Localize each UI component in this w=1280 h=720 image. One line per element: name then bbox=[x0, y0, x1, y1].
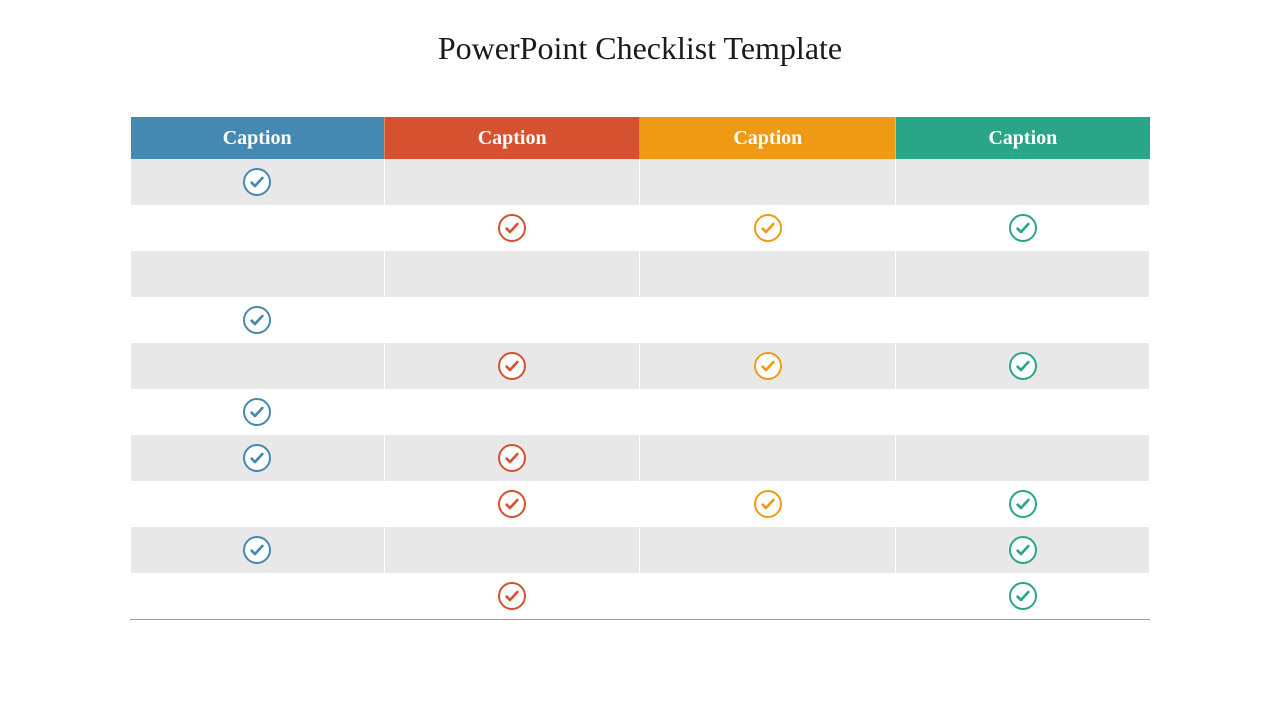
table-row bbox=[131, 481, 1150, 527]
check-icon bbox=[498, 352, 526, 380]
table-cell bbox=[384, 297, 640, 343]
table-row bbox=[131, 251, 1150, 297]
header-col-1: Caption bbox=[384, 117, 640, 159]
header-col-2: Caption bbox=[640, 117, 896, 159]
table-cell bbox=[640, 389, 896, 435]
table-cell bbox=[896, 435, 1150, 481]
page-title: PowerPoint Checklist Template bbox=[0, 30, 1280, 67]
table-cell bbox=[384, 389, 640, 435]
table-cell bbox=[896, 297, 1150, 343]
check-icon bbox=[754, 214, 782, 242]
table-cell bbox=[896, 481, 1150, 527]
check-icon bbox=[243, 536, 271, 564]
check-icon bbox=[754, 352, 782, 380]
header-col-3: Caption bbox=[896, 117, 1150, 159]
check-icon bbox=[243, 398, 271, 426]
table-row bbox=[131, 389, 1150, 435]
check-icon bbox=[1009, 214, 1037, 242]
table-cell bbox=[640, 343, 896, 389]
table-cell bbox=[131, 205, 385, 251]
check-icon bbox=[498, 490, 526, 518]
header-row: Caption Caption Caption Caption bbox=[131, 117, 1150, 159]
table-cell bbox=[131, 251, 385, 297]
table-cell bbox=[131, 435, 385, 481]
slide: PowerPoint Checklist Template Caption Ca… bbox=[0, 0, 1280, 720]
table-cell bbox=[384, 251, 640, 297]
table-cell bbox=[640, 481, 896, 527]
table-row bbox=[131, 159, 1150, 205]
table-cell bbox=[384, 159, 640, 205]
check-icon bbox=[498, 582, 526, 610]
check-icon bbox=[498, 214, 526, 242]
checklist-table-wrap: Caption Caption Caption Caption bbox=[130, 117, 1150, 620]
table-cell bbox=[131, 297, 385, 343]
check-icon bbox=[1009, 582, 1037, 610]
table-cell bbox=[384, 343, 640, 389]
table-row bbox=[131, 343, 1150, 389]
table-cell bbox=[640, 251, 896, 297]
table-row bbox=[131, 205, 1150, 251]
check-icon bbox=[754, 490, 782, 518]
checklist-table: Caption Caption Caption Caption bbox=[130, 117, 1150, 620]
table-cell bbox=[131, 481, 385, 527]
table-cell bbox=[384, 527, 640, 573]
check-icon bbox=[1009, 536, 1037, 564]
table-row bbox=[131, 527, 1150, 573]
check-icon bbox=[243, 444, 271, 472]
table-cell bbox=[640, 297, 896, 343]
table-cell bbox=[896, 251, 1150, 297]
table-cell bbox=[640, 159, 896, 205]
table-cell bbox=[384, 435, 640, 481]
table-cell bbox=[384, 573, 640, 619]
check-icon bbox=[498, 444, 526, 472]
table-cell bbox=[640, 573, 896, 619]
check-icon bbox=[1009, 490, 1037, 518]
table-row bbox=[131, 573, 1150, 619]
check-icon bbox=[243, 306, 271, 334]
table-cell bbox=[384, 481, 640, 527]
table-cell bbox=[640, 205, 896, 251]
table-cell bbox=[896, 205, 1150, 251]
table-cell bbox=[896, 573, 1150, 619]
table-cell bbox=[131, 159, 385, 205]
table-cell bbox=[131, 389, 385, 435]
table-cell bbox=[384, 205, 640, 251]
header-col-0: Caption bbox=[131, 117, 385, 159]
table-cell bbox=[131, 573, 385, 619]
table-cell bbox=[896, 159, 1150, 205]
check-icon bbox=[243, 168, 271, 196]
table-row bbox=[131, 435, 1150, 481]
table-cell bbox=[131, 527, 385, 573]
table-cell bbox=[640, 435, 896, 481]
table-cell bbox=[896, 343, 1150, 389]
table-cell bbox=[640, 527, 896, 573]
table-row bbox=[131, 297, 1150, 343]
table-cell bbox=[896, 527, 1150, 573]
table-cell bbox=[131, 343, 385, 389]
table-body bbox=[131, 159, 1150, 619]
table-cell bbox=[896, 389, 1150, 435]
check-icon bbox=[1009, 352, 1037, 380]
